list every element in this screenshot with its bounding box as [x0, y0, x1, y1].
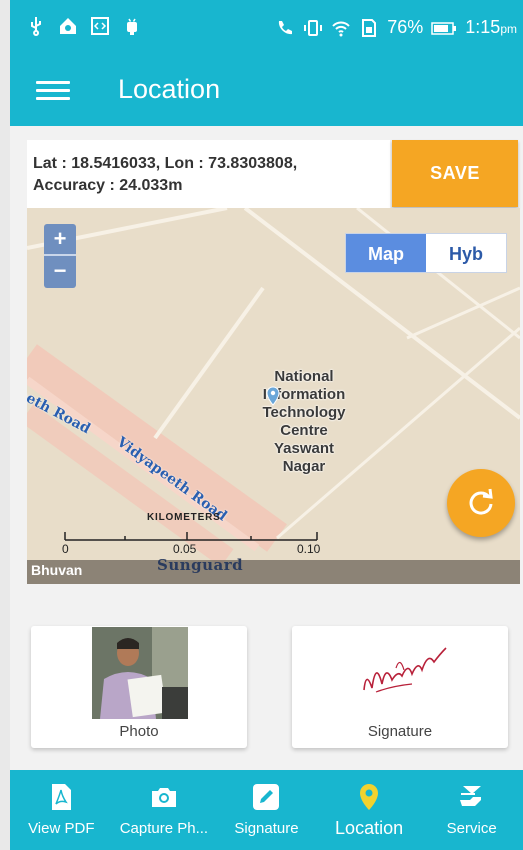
hamburger-menu-icon[interactable]: [36, 76, 70, 106]
map-source: Bhuvan: [31, 562, 83, 578]
bottom-navigation: View PDF Capture Ph... Signature Locatio…: [10, 770, 523, 850]
clock-time: 1:15: [465, 17, 501, 37]
clock-suffix: pm: [500, 22, 517, 36]
location-marker-icon[interactable]: [263, 386, 283, 406]
signature-card[interactable]: Signature: [292, 626, 508, 748]
nav-view-pdf[interactable]: View PDF: [10, 770, 113, 850]
photo-label: Photo: [119, 723, 159, 740]
captured-photo: [92, 627, 188, 719]
usb-icon: [26, 16, 46, 36]
app-bar: Location: [10, 60, 523, 126]
nav-label: Location: [335, 818, 404, 838]
service-icon: [457, 782, 487, 812]
area-label: Sunguard: [157, 556, 244, 574]
coordinates-line-1: Lat : 18.5416033, Lon : 73.8303808,: [33, 155, 298, 172]
zoom-controls: + −: [44, 224, 76, 288]
nav-location[interactable]: Location: [318, 770, 421, 850]
battery-percent: 76%: [387, 17, 424, 37]
place-label-line: Nagar: [282, 458, 326, 475]
signature-image: [363, 647, 447, 693]
home-icon: [58, 16, 78, 36]
zoom-in-button[interactable]: +: [44, 224, 76, 254]
coordinates-panel: Lat : 18.5416033, Lon : 73.8303808, Accu…: [27, 140, 390, 208]
map-layer-toggle: Map Hyb: [345, 233, 507, 273]
phone-icon: [275, 18, 295, 38]
refresh-location-button[interactable]: [447, 469, 515, 537]
pencil-icon: [251, 782, 281, 812]
nav-capture-photo[interactable]: Capture Ph...: [113, 770, 216, 850]
scale-tick-0: 0: [62, 542, 69, 556]
place-label: National Information Technology Centre Y…: [254, 368, 354, 476]
camera-icon: [149, 782, 179, 812]
map-attribution-bar: Bhuvan Sunguard: [27, 556, 520, 584]
photo-card[interactable]: Photo: [31, 626, 247, 748]
scale-tick-2: 0.10: [297, 542, 321, 556]
zoom-out-button[interactable]: −: [44, 256, 76, 286]
app-screen: 76% 1:15pm Location Lat : 18.5416033, Lo…: [10, 0, 523, 850]
nav-signature[interactable]: Signature: [215, 770, 318, 850]
map-view[interactable]: + − Map Hyb eeth Road Vidyapeeth Road Na…: [27, 208, 520, 584]
nav-service[interactable]: Service: [420, 770, 523, 850]
scale-tick-1: 0.05: [173, 542, 197, 556]
battery-icon: [431, 18, 457, 38]
signature-label: Signature: [367, 723, 433, 740]
place-label-line: Technology: [262, 404, 346, 421]
location-pin-icon: [354, 782, 384, 812]
status-bar: 76% 1:15pm: [10, 0, 523, 60]
sim-icon: [359, 18, 379, 38]
place-label-line: Yaswant: [273, 440, 335, 457]
layer-map-option[interactable]: Map: [346, 234, 426, 272]
place-label-line: Centre: [280, 422, 328, 439]
map-scale-bar: KILOMETERS 0 0.05 0.10: [62, 512, 323, 558]
nav-label: Capture Ph...: [119, 820, 209, 837]
place-label-line: National: [274, 368, 334, 385]
nav-label: View PDF: [28, 820, 95, 837]
nav-label: Service: [446, 820, 497, 837]
nav-label: Signature: [234, 820, 299, 837]
save-button[interactable]: SAVE: [392, 140, 518, 207]
page-title: Location: [118, 74, 221, 104]
wifi-icon: [331, 18, 351, 38]
clock: 1:15pm: [465, 17, 517, 38]
android-icon: [122, 16, 142, 36]
pdf-icon: [46, 782, 76, 812]
refresh-icon: [469, 488, 493, 515]
layer-hybrid-option[interactable]: Hyb: [426, 234, 506, 272]
accuracy-line: Accuracy : 24.033m: [33, 177, 183, 194]
code-icon: [90, 16, 110, 36]
vibrate-icon: [303, 18, 323, 38]
